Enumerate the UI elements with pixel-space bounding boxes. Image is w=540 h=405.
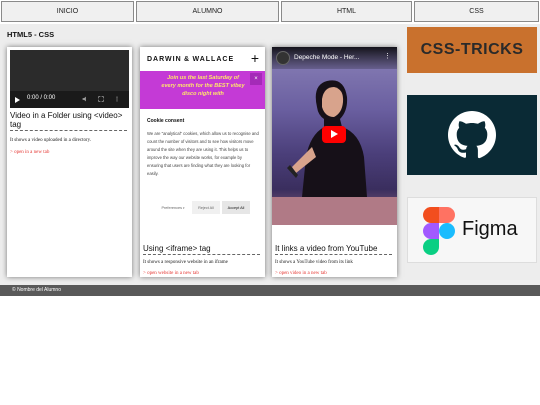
- github-logo[interactable]: [407, 95, 537, 175]
- open-website-link[interactable]: > open website in a new tab: [143, 271, 199, 276]
- reject-all-button[interactable]: Reject All: [192, 201, 220, 214]
- more-options-icon[interactable]: [114, 96, 120, 102]
- youtube-video-title[interactable]: Depeche Mode - Her...: [294, 54, 359, 61]
- card-title: Video in a Folder using <video> tag: [10, 111, 127, 131]
- footer-text: © Nombre del Alumno: [12, 287, 61, 293]
- nav-html-button[interactable]: HTML: [281, 1, 412, 22]
- card-iframe: DARWIN & WALLACE + Join us the last Satu…: [140, 47, 265, 277]
- nav-css-button[interactable]: CSS: [414, 1, 539, 22]
- card-video-folder: 0:00 / 0:00 Video in a Folder using <vid…: [7, 47, 132, 277]
- figma-wordmark: Figma: [462, 218, 518, 240]
- open-video-link[interactable]: > open video in a new tab: [275, 271, 327, 276]
- fullscreen-icon[interactable]: [98, 96, 104, 102]
- card-description: It shows a video uploaded in a directory…: [10, 138, 92, 143]
- accept-all-button[interactable]: Accept All: [222, 201, 250, 214]
- page-title: HTML5 - CSS: [7, 30, 55, 39]
- play-icon[interactable]: [15, 97, 20, 103]
- github-icon: [448, 111, 496, 159]
- card-description: It shows a YouTube video from its link: [275, 260, 353, 265]
- preferences-label: Preferences: [161, 205, 182, 210]
- youtube-play-button[interactable]: [322, 126, 346, 143]
- plus-icon[interactable]: +: [251, 50, 259, 66]
- cookie-consent-title: Cookie consent: [147, 118, 185, 124]
- close-icon[interactable]: ×: [250, 73, 262, 85]
- card-title: It links a video from YouTube: [275, 244, 392, 255]
- css-tricks-logo[interactable]: CSS-TRICKS: [407, 27, 537, 73]
- channel-avatar[interactable]: [276, 51, 290, 65]
- more-vert-icon[interactable]: ⋮: [384, 52, 391, 60]
- figma-icon: [423, 207, 455, 255]
- cookie-buttons: Preferences ▾ Reject All Accept All: [140, 201, 265, 215]
- youtube-header: Depeche Mode - Her... ⋮: [272, 47, 397, 69]
- video-player[interactable]: 0:00 / 0:00: [10, 50, 129, 108]
- page: INICIO ALUMNO HTML CSS HTML5 - CSS 0:00 …: [0, 0, 540, 405]
- site-logo: DARWIN & WALLACE: [147, 56, 235, 63]
- promo-banner: Join us the last Saturday of every month…: [140, 71, 265, 109]
- youtube-embed[interactable]: Depeche Mode - Her... ⋮: [272, 47, 397, 225]
- footer: © Nombre del Alumno: [0, 285, 540, 296]
- top-nav: INICIO ALUMNO HTML CSS: [0, 0, 540, 23]
- video-time: 0:00 / 0:00: [27, 95, 56, 101]
- nav-alumno-button[interactable]: ALUMNO: [136, 1, 279, 22]
- preferences-button[interactable]: Preferences ▾: [158, 201, 188, 214]
- main-content: HTML5 - CSS 0:00 / 0:00 Video in a Folde…: [0, 24, 540, 285]
- video-controls: 0:00 / 0:00: [10, 91, 129, 108]
- figma-logo[interactable]: Figma: [407, 197, 537, 263]
- nav-inicio-button[interactable]: INICIO: [1, 1, 134, 22]
- volume-icon[interactable]: [82, 96, 88, 102]
- card-youtube: Depeche Mode - Her... ⋮ It links a video…: [272, 47, 397, 277]
- promo-text: Join us the last Saturday of every month…: [161, 75, 245, 97]
- card-description: It shows a responsive website in an ifra…: [143, 260, 228, 265]
- iframe-website[interactable]: DARWIN & WALLACE + Join us the last Satu…: [140, 47, 265, 225]
- card-title: Using <iframe> tag: [143, 244, 260, 255]
- cookie-consent-text: We are "analytical" cookies, which allow…: [147, 131, 259, 176]
- chevron-down-icon: ▾: [182, 205, 185, 210]
- open-new-tab-link[interactable]: > open in a new tab: [10, 150, 49, 155]
